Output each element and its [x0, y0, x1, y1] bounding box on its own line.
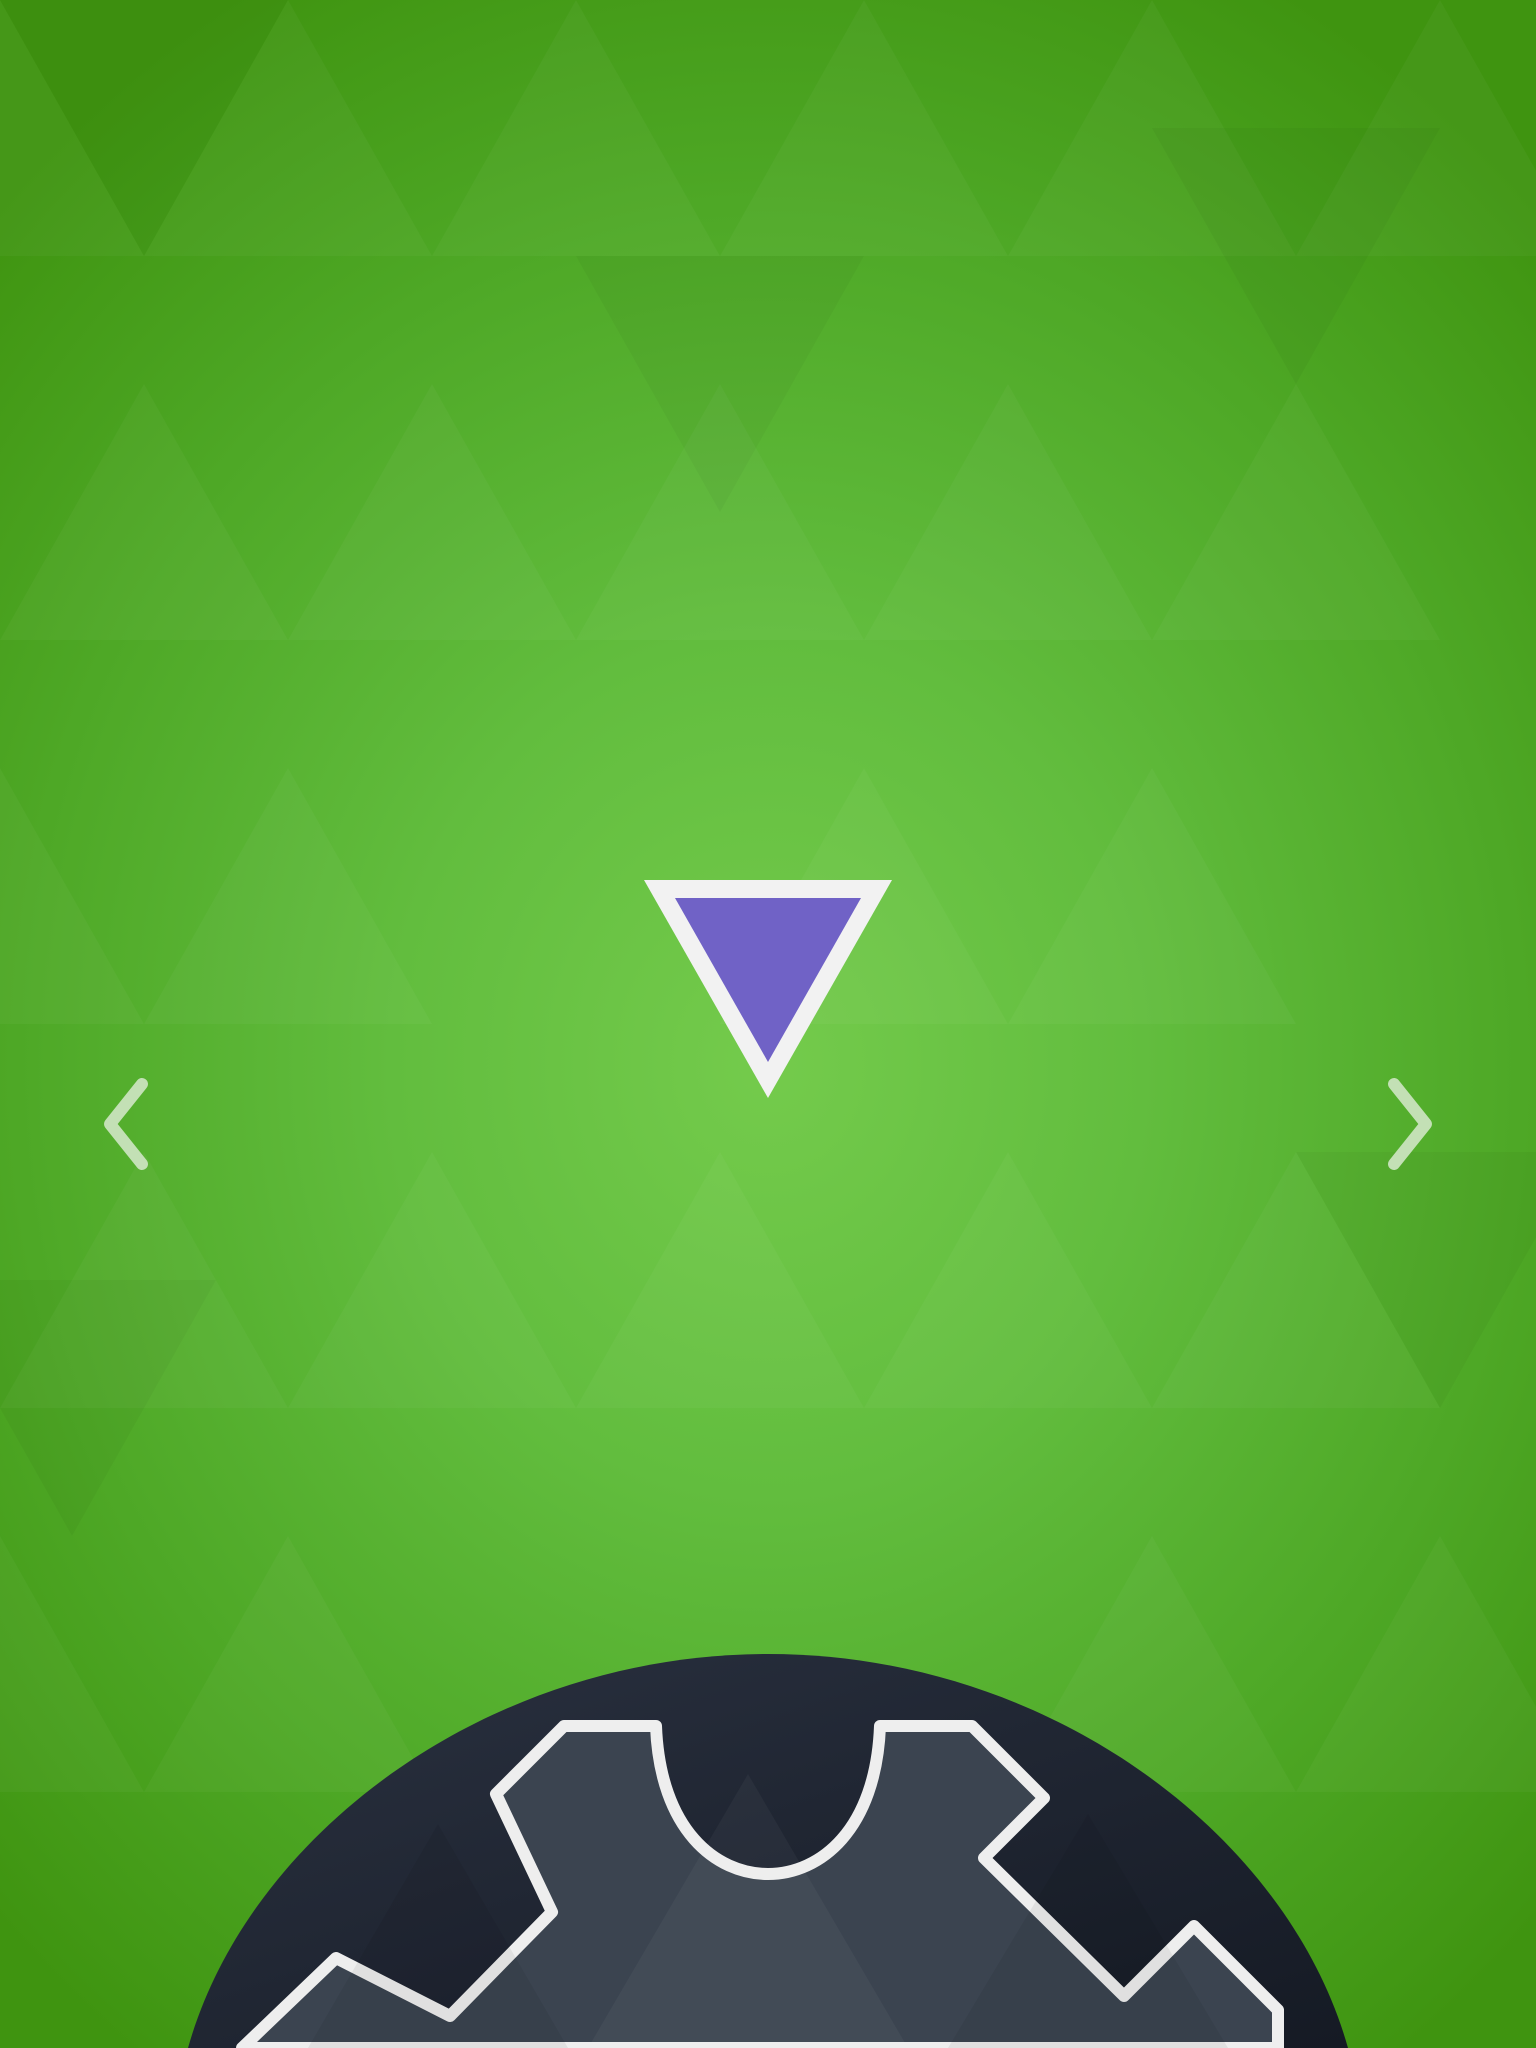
next-button[interactable]	[1368, 1064, 1448, 1184]
gear-icon	[188, 1654, 1348, 2048]
chevron-left-icon	[104, 1078, 148, 1170]
previous-button[interactable]	[88, 1064, 168, 1184]
game-screen	[0, 0, 1536, 2048]
triangle-down-icon	[644, 880, 892, 1098]
chevron-right-icon	[1388, 1078, 1432, 1170]
gear-settings-button[interactable]	[188, 1654, 1348, 2048]
triangle-piece[interactable]	[640, 876, 896, 1104]
